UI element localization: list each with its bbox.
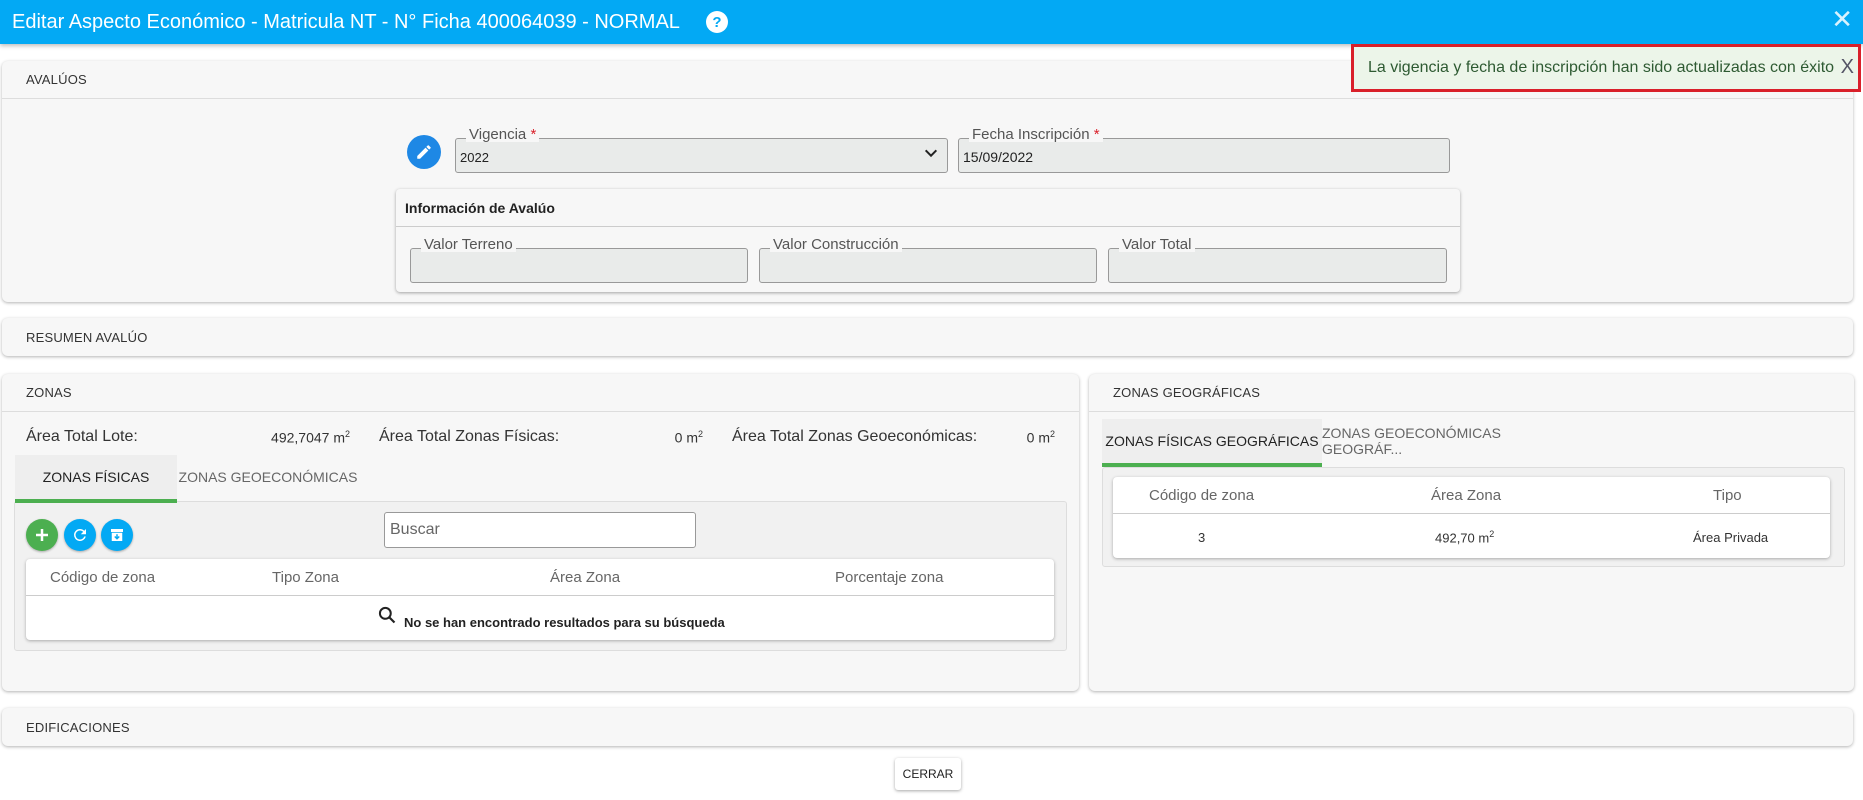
archive-button[interactable] <box>101 519 133 551</box>
vigencia-select[interactable]: Vigencia * 2022 <box>455 127 948 173</box>
cerrar-button[interactable]: CERRAR <box>895 758 961 790</box>
zonas-header[interactable]: ZONAS <box>2 374 1079 412</box>
geo-column-codigo-zona[interactable]: Código de zona <box>1149 487 1254 504</box>
archive-icon <box>111 529 123 541</box>
column-tipo-zona[interactable]: Tipo Zona <box>272 569 339 586</box>
geo-column-area-zona[interactable]: Área Zona <box>1431 487 1501 504</box>
area-zonas-fisicas-label: Área Total Zonas Físicas: <box>379 428 560 445</box>
geo-cell-codigo: 3 <box>1198 530 1206 545</box>
resumen-avaluo-header[interactable]: RESUMEN AVALÚO <box>2 318 1853 356</box>
fecha-inscripcion-label: Fecha Inscripción * <box>969 127 1103 142</box>
search-input-wrapper <box>384 512 696 548</box>
chevron-down-icon[interactable] <box>923 145 939 166</box>
area-total-lote-label: Área Total Lote: <box>26 428 138 445</box>
column-area-zona[interactable]: Área Zona <box>550 569 620 586</box>
toast-close-button[interactable]: X <box>1841 56 1854 79</box>
refresh-icon <box>74 529 86 541</box>
empty-results-message: No se han encontrado resultados para su … <box>404 615 725 630</box>
window-titlebar: Editar Aspecto Económico - Matricula NT … <box>0 0 1863 44</box>
valor-total-label: Valor Total <box>1119 237 1195 252</box>
tab-zonas-fisicas[interactable]: ZONAS FÍSICAS <box>15 455 177 503</box>
window-title: Editar Aspecto Económico - Matricula NT … <box>12 10 680 33</box>
vigencia-label: Vigencia * <box>466 127 540 142</box>
vigencia-value: 2022 <box>460 150 489 165</box>
search-input[interactable] <box>385 513 695 547</box>
geo-cell-tipo: Área Privada <box>1693 530 1769 545</box>
success-toast: La vigencia y fecha de inscripción han s… <box>1351 44 1861 92</box>
tab-zonas-fisicas-geograficas[interactable]: ZONAS FÍSICAS GEOGRÁFICAS <box>1102 419 1322 467</box>
edit-pencil-button[interactable] <box>407 135 441 169</box>
refresh-button[interactable] <box>64 519 96 551</box>
geo-cell-area: 492,70 m2 <box>1435 529 1495 546</box>
table-row[interactable]: 3 492,70 m2 Área Privada <box>1113 515 1830 558</box>
column-codigo-zona[interactable]: Código de zona <box>50 569 155 586</box>
plus-icon <box>36 529 48 541</box>
valor-terreno-label: Valor Terreno <box>421 237 516 252</box>
informacion-avaluo-title: Información de Avalúo <box>396 189 1460 227</box>
question-icon[interactable]: ? <box>705 11 728 33</box>
valor-terreno-field[interactable]: Valor Terreno <box>410 237 748 283</box>
area-zonas-fisicas-value: 0 m2 <box>674 429 703 446</box>
resumen-avaluo-panel[interactable]: RESUMEN AVALÚO <box>2 318 1853 356</box>
pencil-icon <box>417 145 431 159</box>
fecha-inscripcion-value: 15/09/2022 <box>963 149 1034 165</box>
valor-construccion-label: Valor Construcción <box>770 237 902 252</box>
area-zonas-geoeconomicas-label: Área Total Zonas Geoeconómicas: <box>732 428 978 445</box>
tab-zonas-geoeconomicas-geograficas[interactable]: ZONAS GEOECONÓMICAS GEOGRÁF... <box>1322 417 1572 465</box>
edificaciones-header[interactable]: EDIFICACIONES <box>2 708 1853 746</box>
valor-total-field[interactable]: Valor Total <box>1108 237 1447 283</box>
area-total-lote-value: 492,7047 m2 <box>271 429 350 446</box>
search-icon <box>377 605 397 630</box>
column-porcentaje-zona[interactable]: Porcentaje zona <box>835 569 943 586</box>
zonas-geograficas-header[interactable]: ZONAS GEOGRÁFICAS <box>1089 374 1854 412</box>
tab-zonas-geoeconomicas[interactable]: ZONAS GEOECONÓMICAS <box>177 453 359 501</box>
toast-message: La vigencia y fecha de inscripción han s… <box>1368 59 1835 76</box>
valor-construccion-field[interactable]: Valor Construcción <box>759 237 1097 283</box>
close-icon[interactable]: ✕ <box>1831 6 1853 32</box>
area-zonas-geoeconomicas-value: 0 m2 <box>1026 429 1055 446</box>
geo-column-tipo[interactable]: Tipo <box>1713 487 1742 504</box>
fecha-inscripcion-field[interactable]: Fecha Inscripción * 15/09/2022 <box>958 127 1450 173</box>
edificaciones-panel[interactable]: EDIFICACIONES <box>2 708 1853 746</box>
add-button[interactable] <box>26 519 58 551</box>
